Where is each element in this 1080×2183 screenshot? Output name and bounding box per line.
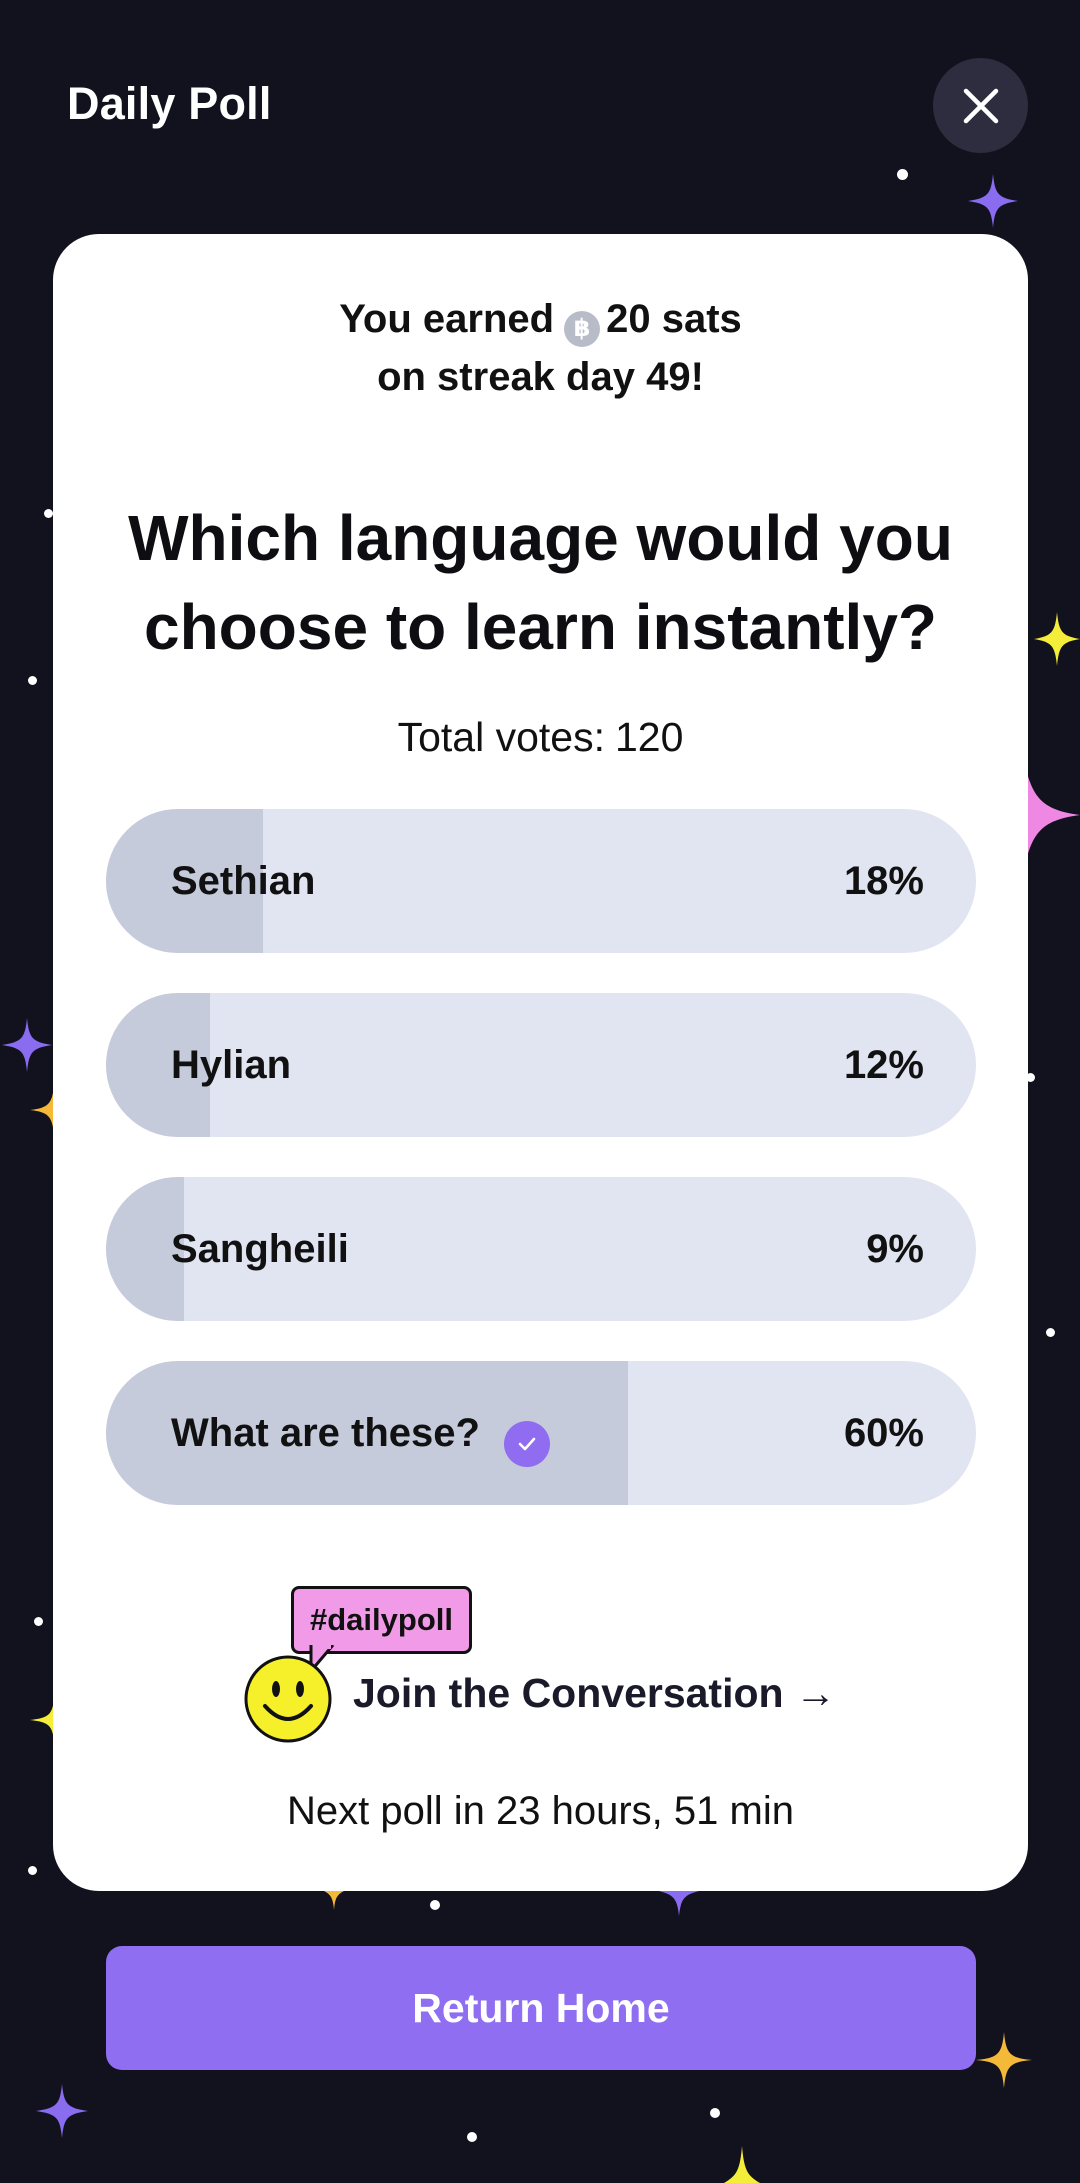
- star-dot: [1046, 1328, 1055, 1337]
- total-votes-label: Total votes:: [397, 714, 605, 760]
- star-dot: [710, 2108, 720, 2118]
- sats-coin-icon: ฿: [564, 311, 601, 347]
- poll-question-line2: choose to learn instantly?: [143, 591, 938, 663]
- sparkle-decoration-yellow-right: [1034, 612, 1080, 666]
- selected-check-icon: [503, 1421, 550, 1467]
- sparkle-decoration-orange-left: [30, 1086, 54, 1134]
- close-icon: [963, 88, 998, 123]
- reward-prefix: You earned: [339, 297, 555, 341]
- close-button[interactable]: [933, 58, 1028, 153]
- poll-option-label: Hylian: [171, 1043, 292, 1087]
- page-title: Daily Poll: [67, 78, 272, 129]
- hashtag-bubble: #dailypoll: [291, 1586, 472, 1654]
- sparkle-decoration-purple-bottom: [36, 2084, 88, 2138]
- sparkle-decoration-pink-right: [1024, 760, 1080, 870]
- sparkle-decoration-yellow-left: [30, 1700, 54, 1740]
- star-dot: [430, 1900, 440, 1910]
- poll-option-sethian[interactable]: Sethian 18%: [106, 809, 976, 953]
- reward-streak: on streak day 49!: [377, 355, 704, 399]
- sparkle-decoration-purple-under-card: [654, 1890, 704, 1916]
- poll-option-percent: 60%: [843, 1411, 924, 1455]
- star-dot: [467, 2132, 477, 2142]
- poll-option-label-text: What are these?: [171, 1411, 480, 1455]
- star-dot: [897, 169, 908, 180]
- sparkle-decoration-orange-bottom: [976, 2032, 1032, 2088]
- sparkle-decoration-purple-left: [2, 1018, 52, 1072]
- star-dot: [44, 509, 53, 518]
- poll-option-percent: 18%: [843, 859, 924, 903]
- smiley-face-icon: [244, 1655, 332, 1743]
- return-home-button[interactable]: Return Home: [106, 1946, 976, 2070]
- poll-option-percent: 12%: [843, 1043, 924, 1087]
- reward-amount: 20 sats: [606, 297, 742, 341]
- poll-card: You earned ฿ 20 sats on streak day 49! Whi…: [53, 234, 1028, 1891]
- poll-question-line1: Which language would you: [128, 502, 953, 574]
- star-dot: [28, 676, 37, 685]
- next-poll-timer: Next poll in 23 hours, 51 min: [287, 1789, 794, 1833]
- sparkle-decoration-yellow-bottom: [724, 2146, 760, 2183]
- poll-option-label: Sangheili: [171, 1227, 349, 1271]
- poll-option-what-are-these[interactable]: What are these? 60%: [106, 1361, 976, 1505]
- poll-option-sangheili[interactable]: Sangheili 9%: [106, 1177, 976, 1321]
- poll-option-label: What are these?: [171, 1361, 550, 1505]
- poll-option-hylian[interactable]: Hylian 12%: [106, 993, 976, 1137]
- poll-option-label: Sethian: [171, 859, 316, 903]
- poll-question: Which language would you choose to learn…: [93, 494, 988, 672]
- poll-option-percent: 9%: [866, 1227, 924, 1271]
- total-votes-value: 120: [614, 714, 684, 760]
- total-votes: Total votes: 120: [53, 714, 1028, 761]
- join-conversation-link[interactable]: Join the Conversation →: [353, 1670, 836, 1717]
- reward-message: You earned ฿ 20 sats on streak day 49!: [53, 290, 1028, 406]
- sparkle-decoration-purple-top: [968, 174, 1018, 228]
- star-dot: [28, 1866, 37, 1875]
- star-dot: [34, 1617, 43, 1626]
- sparkle-decoration-orange-under-card: [322, 1890, 346, 1910]
